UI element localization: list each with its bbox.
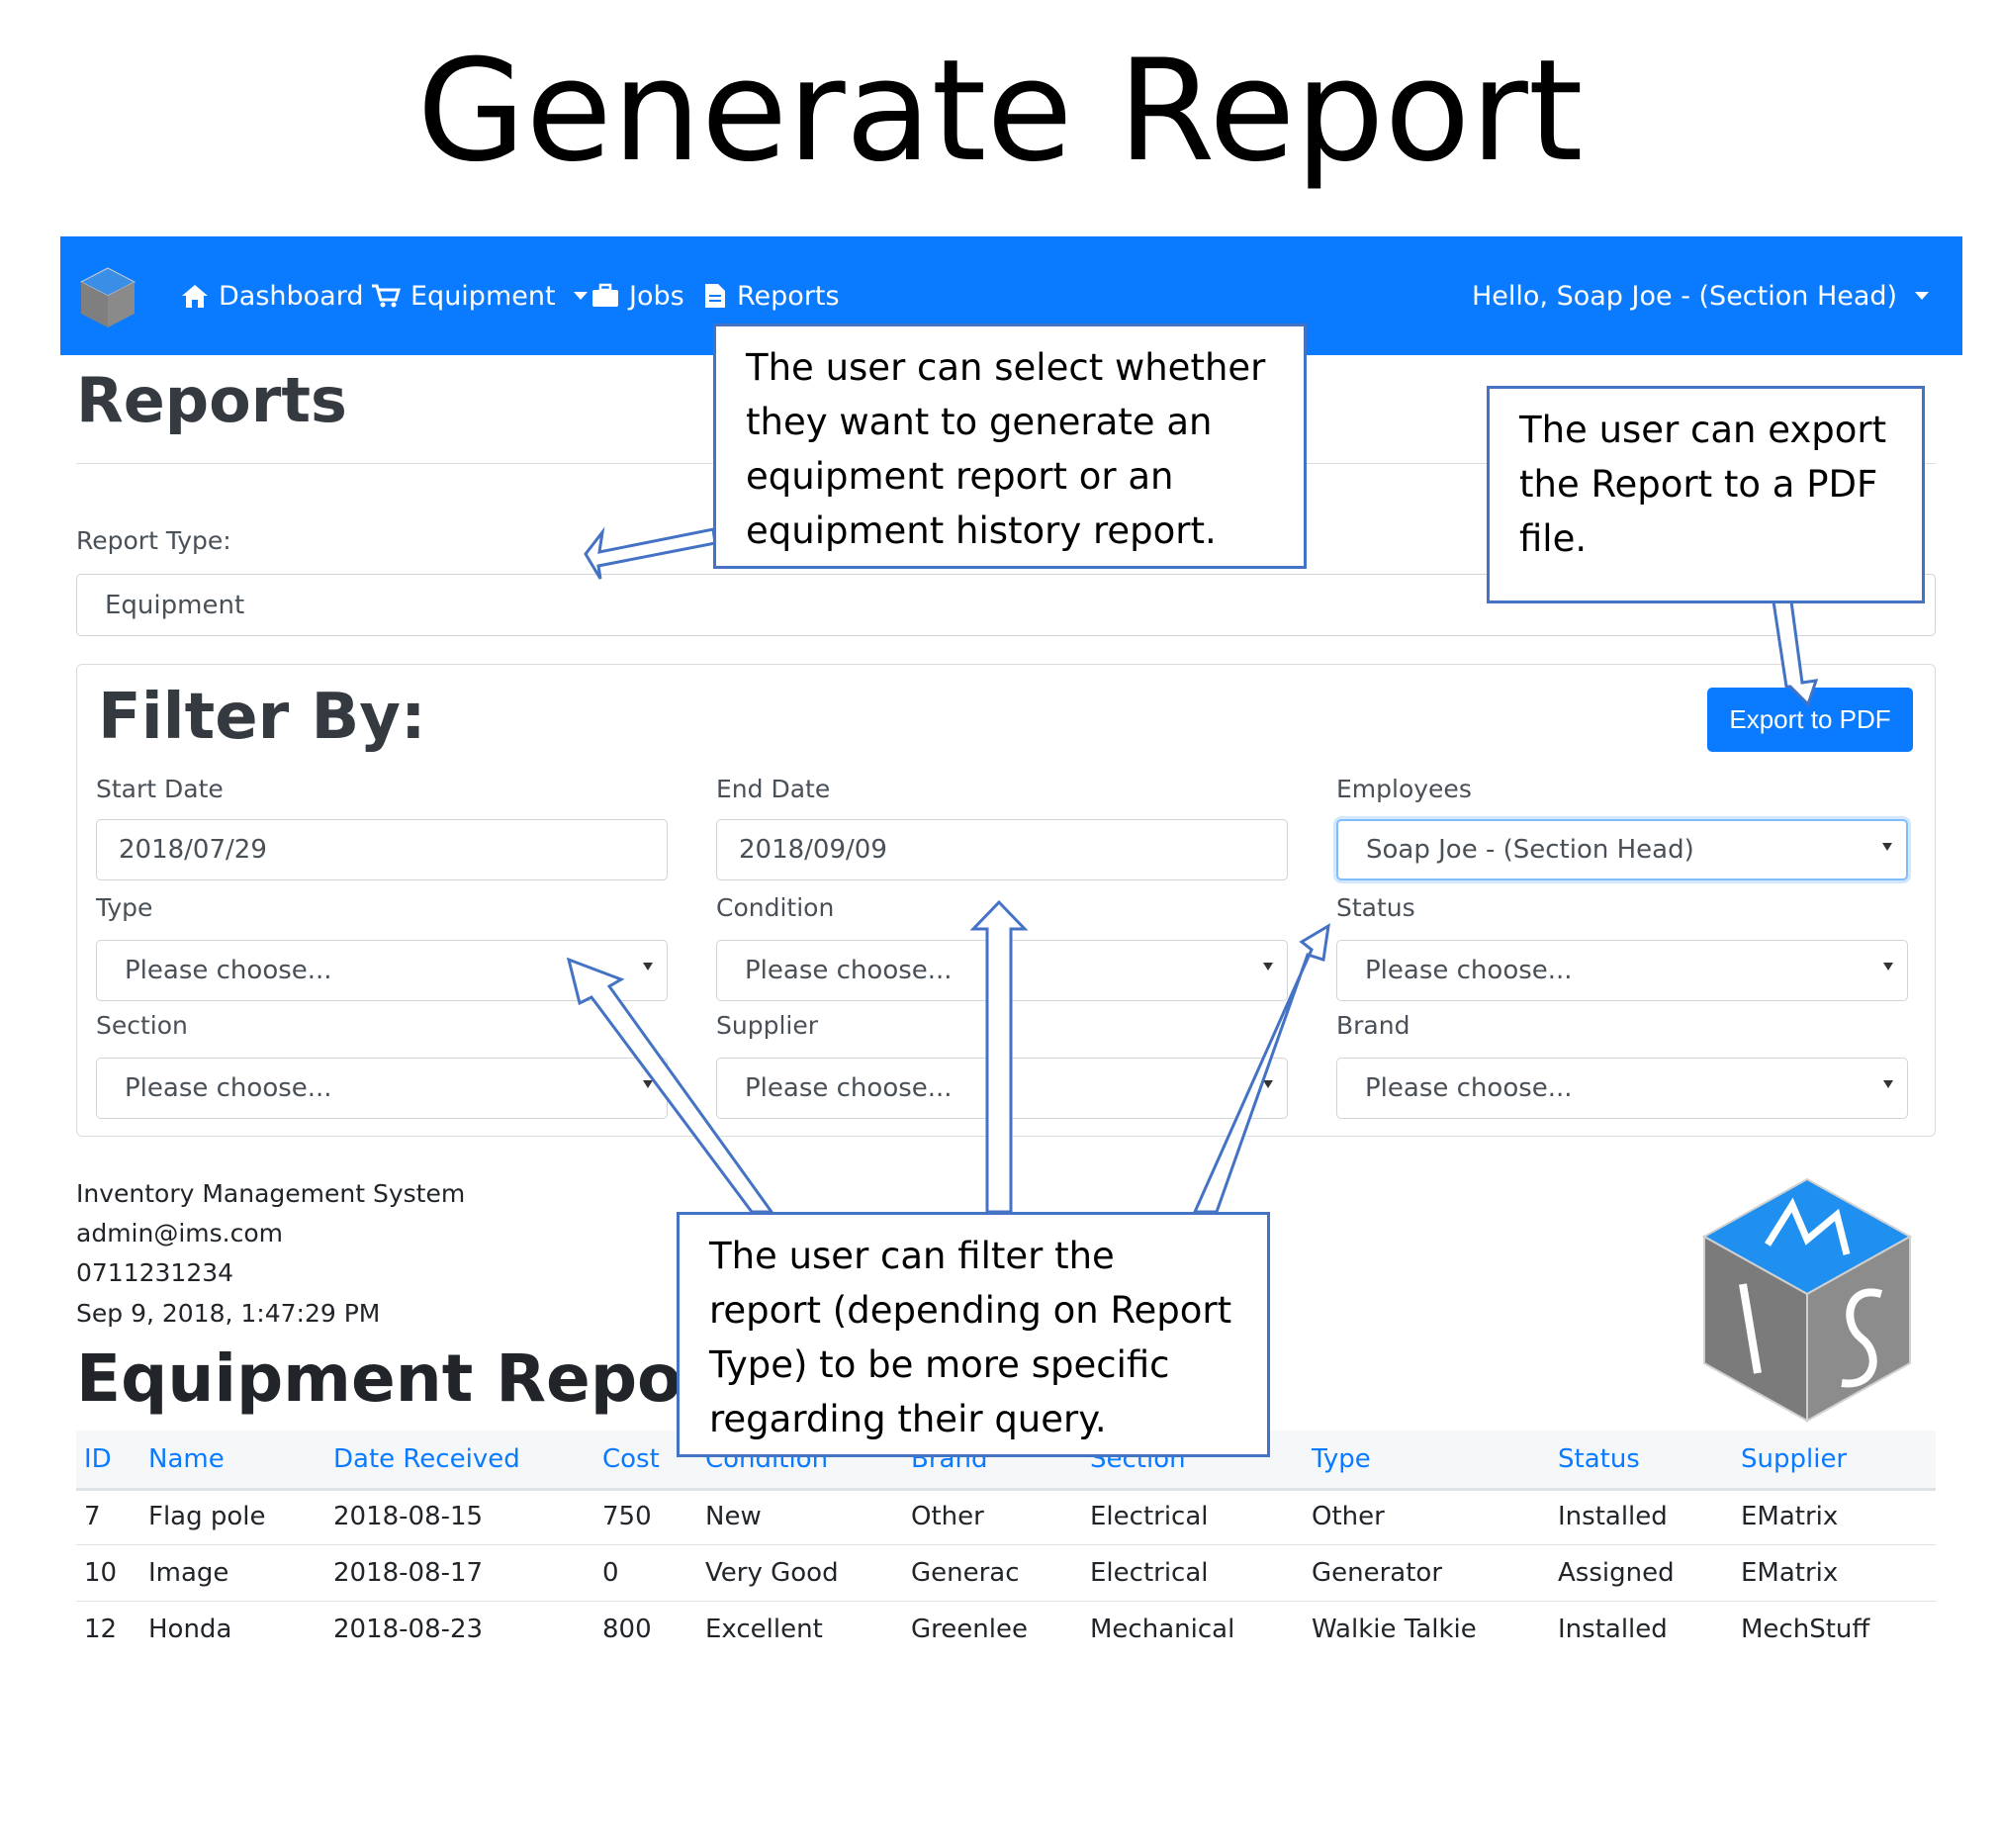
callout-filter: The user can filter the report (dependin…	[677, 1212, 1270, 1457]
arrow-export	[1772, 600, 1819, 707]
arrow-to-condition	[969, 899, 1029, 1214]
arrow-report-type	[584, 526, 717, 580]
arrow-to-status	[1192, 923, 1330, 1214]
callout-report-type: The user can select whether they want to…	[713, 323, 1307, 569]
annotation-arrows	[566, 526, 1819, 1214]
arrow-to-type	[566, 957, 774, 1214]
callout-export: The user can export the Report to a PDF …	[1487, 386, 1925, 603]
